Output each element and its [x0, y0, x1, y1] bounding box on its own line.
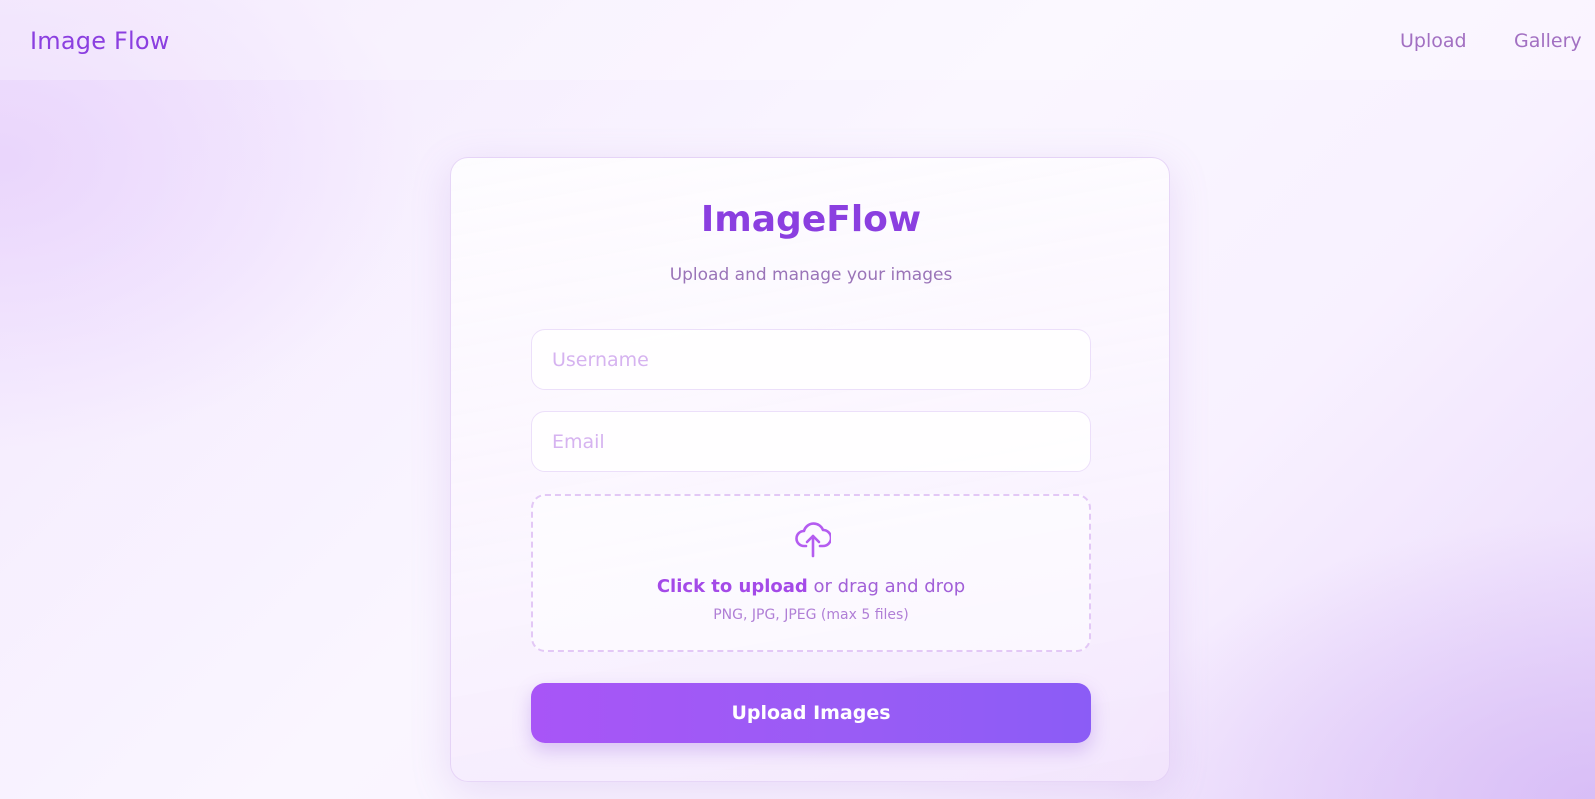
nav-link-gallery[interactable]: Gallery: [1514, 28, 1582, 54]
cloud-upload-icon: [795, 522, 831, 558]
file-dropzone[interactable]: Click to upload or drag and drop PNG, JP…: [531, 494, 1091, 652]
top-navbar: Image Flow Upload Gallery: [0, 0, 1595, 80]
dropzone-instructions: Click to upload or drag and drop: [533, 574, 1089, 600]
card-title: ImageFlow: [700, 199, 922, 240]
card-subtitle: Upload and manage your images: [669, 265, 953, 285]
upload-images-button[interactable]: Upload Images: [531, 683, 1091, 743]
dropzone-file-hint: PNG, JPG, JPEG (max 5 files): [713, 607, 909, 623]
upload-card: ImageFlow Upload and manage your images …: [450, 157, 1170, 782]
username-input[interactable]: [531, 329, 1091, 390]
nav-link-upload[interactable]: Upload: [1400, 28, 1467, 54]
email-input[interactable]: [531, 411, 1091, 472]
click-to-upload-link[interactable]: Click to upload: [657, 576, 808, 597]
brand-logo-text[interactable]: Image Flow: [30, 25, 170, 57]
dropzone-drag-text: or drag and drop: [807, 576, 966, 597]
